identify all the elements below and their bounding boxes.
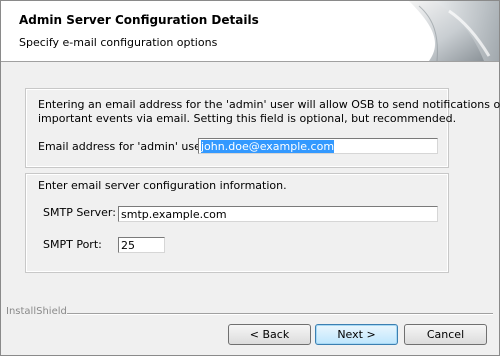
back-button[interactable]: < Back bbox=[228, 324, 311, 345]
footer-divider bbox=[67, 313, 493, 315]
wizard-header: Admin Server Configuration Details Speci… bbox=[1, 1, 499, 62]
admin-email-panel: Entering an email address for the 'admin… bbox=[25, 88, 500, 168]
email-label: Email address for 'admin' user: bbox=[38, 140, 209, 153]
installer-window: Admin Server Configuration Details Speci… bbox=[0, 0, 500, 356]
admin-description-line1: Entering an email address for the 'admin… bbox=[38, 98, 500, 111]
page-title: Admin Server Configuration Details bbox=[19, 13, 259, 27]
page-curl-art-icon bbox=[409, 1, 499, 61]
page-subtitle: Specify e-mail configuration options bbox=[19, 36, 218, 49]
smtp-port-label: SMPT Port: bbox=[43, 238, 102, 251]
email-value: john.doe@example.com bbox=[201, 140, 335, 153]
smtp-description: Enter email server configuration informa… bbox=[38, 179, 287, 192]
smtp-server-field[interactable]: smtp.example.com bbox=[118, 206, 438, 222]
smtp-server-label: SMTP Server: bbox=[43, 206, 116, 219]
cancel-button[interactable]: Cancel bbox=[404, 324, 487, 345]
smtp-port-field[interactable]: 25 bbox=[118, 237, 165, 253]
email-field[interactable]: john.doe@example.com bbox=[198, 138, 438, 154]
admin-description-line2: important events via email. Setting this… bbox=[38, 112, 457, 125]
next-button[interactable]: Next > bbox=[315, 324, 398, 345]
smtp-panel: Enter email server configuration informa… bbox=[25, 173, 449, 273]
installshield-brand: InstallShield bbox=[6, 306, 67, 317]
